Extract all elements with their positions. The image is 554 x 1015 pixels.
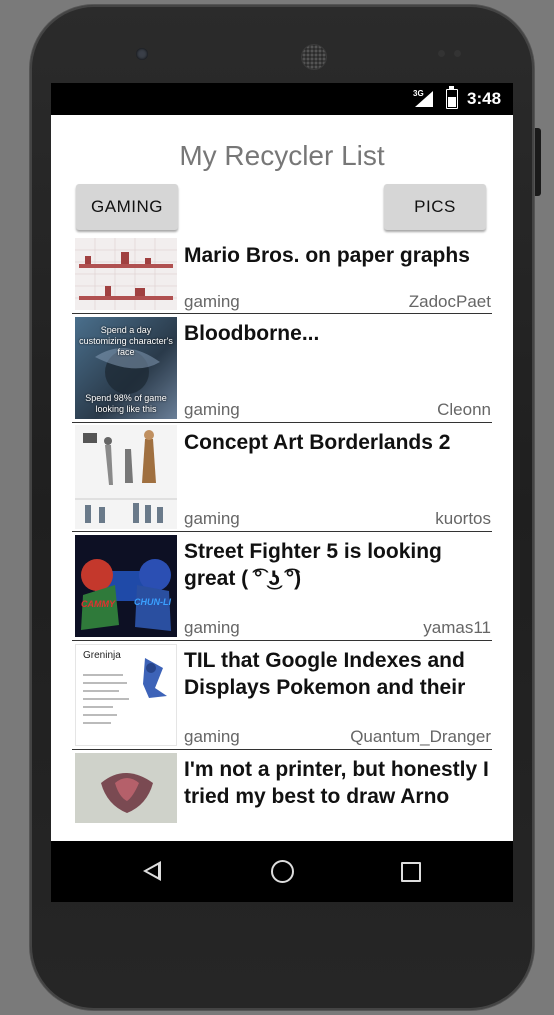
post-author: Cleonn xyxy=(437,400,491,419)
gaming-button[interactable]: GAMING xyxy=(76,184,178,230)
post-subreddit: gaming xyxy=(184,400,240,419)
borderlands-concept-thumbnail xyxy=(75,425,177,529)
front-camera-icon xyxy=(136,48,148,60)
post-title: I'm not a printer, but honestly I tried … xyxy=(184,758,489,808)
clock: 3:48 xyxy=(467,89,502,108)
screen: 3G 3:48 My Recycler List GAMING PICS Mar… xyxy=(51,83,513,902)
post-title: Street Fighter 5 is looking great ( ͡° ͜… xyxy=(184,540,442,590)
list-item[interactable]: Spend a day customizing character's face… xyxy=(72,314,492,423)
list-item[interactable]: Concept Art Borderlands 2 gaming kuortos xyxy=(72,423,492,532)
post-author: kuortos xyxy=(435,509,491,528)
post-title: Concept Art Borderlands 2 xyxy=(184,431,451,454)
bloodborne-thumbnail: Spend a day customizing character's face… xyxy=(75,317,177,419)
list-item[interactable]: Mario Bros. on paper graphs gaming Zadoc… xyxy=(72,236,492,314)
thumb-label-left: CAMMY xyxy=(81,599,115,609)
sensor-icon xyxy=(454,50,461,57)
home-icon[interactable] xyxy=(271,860,294,883)
list-item[interactable]: CAMMY CHUN-LI Street Fighter 5 is lookin… xyxy=(72,532,492,641)
post-subreddit: gaming xyxy=(184,509,240,528)
status-bar: 3G 3:48 xyxy=(51,83,513,115)
greninja-thumbnail: Greninja xyxy=(75,644,177,746)
post-author: ZadocPaet xyxy=(408,292,491,311)
recent-apps-icon[interactable] xyxy=(401,862,421,882)
pics-button[interactable]: PICS xyxy=(384,184,486,230)
sensor-icon xyxy=(438,50,445,57)
post-title: Mario Bros. on paper graphs xyxy=(184,244,470,267)
signal-icon xyxy=(415,91,433,107)
meme-text-top: Spend a day customizing character's face xyxy=(79,325,173,357)
thumb-label-right: CHUN-LI xyxy=(134,597,171,607)
post-subreddit: gaming xyxy=(184,292,240,311)
back-icon-inner xyxy=(147,865,158,877)
page-title: My Recycler List xyxy=(179,140,385,171)
navigation-bar xyxy=(51,841,513,902)
meme-text-bottom: Spend 98% of game looking like this xyxy=(85,393,167,414)
mario-graph-thumbnail xyxy=(75,238,177,310)
list-item[interactable]: Greninja TIL that Google Indexes and Dis… xyxy=(72,641,492,750)
list-item[interactable]: I'm not a printer, but honestly I tried … xyxy=(72,750,492,850)
post-title: Bloodborne... xyxy=(184,322,320,345)
arno-drawing-thumbnail xyxy=(75,753,177,823)
speaker-grille-icon xyxy=(301,44,327,70)
power-button[interactable] xyxy=(535,128,541,196)
battery-icon xyxy=(446,86,458,109)
post-title: TIL that Google Indexes and Displays Pok… xyxy=(184,649,466,699)
post-author: yamas11 xyxy=(423,618,491,637)
post-author: Quantum_Dranger xyxy=(350,727,491,746)
post-subreddit: gaming xyxy=(184,618,240,637)
street-fighter-thumbnail: CAMMY CHUN-LI xyxy=(75,535,177,637)
post-subreddit: gaming xyxy=(184,727,240,746)
